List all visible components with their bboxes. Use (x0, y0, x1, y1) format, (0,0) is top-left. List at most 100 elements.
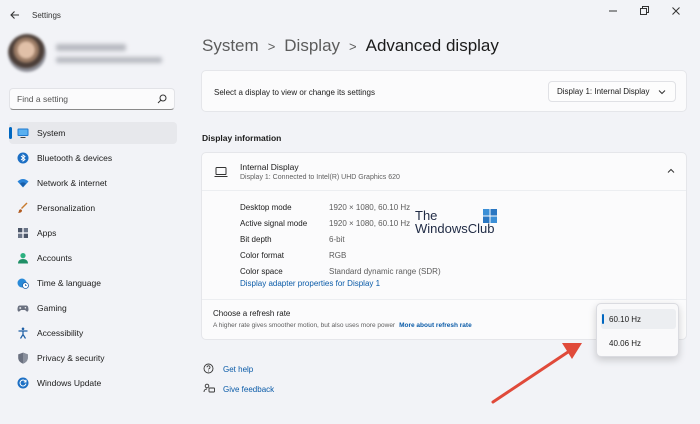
property-row: Desktop mode 1920 × 1080, 60.10 Hz (240, 199, 441, 215)
refresh-option-60hz[interactable]: 60.10 Hz (601, 309, 676, 329)
gamepad-icon (17, 305, 29, 312)
property-label: Bit depth (240, 234, 272, 244)
property-value: Standard dynamic range (SDR) (329, 266, 441, 276)
refresh-rate-description-text: A higher rate gives smoother motion, but… (213, 322, 396, 329)
sidebar-item-label: Windows Update (37, 378, 102, 388)
adapter-properties-link[interactable]: Display adapter properties for Display 1 (240, 279, 380, 288)
section-title: Display information (202, 133, 282, 143)
windows-logo-icon (483, 209, 497, 223)
close-button[interactable] (669, 4, 683, 18)
help-icon (203, 363, 214, 374)
sidebar-item-system[interactable]: System (9, 122, 177, 144)
display-info-header[interactable]: Internal Display Display 1: Connected to… (202, 153, 686, 191)
property-value: RGB (329, 250, 347, 260)
breadcrumb: System > Display > Advanced display (202, 36, 499, 56)
watermark: The WindowsClub (415, 209, 497, 236)
sidebar-item-gaming[interactable]: Gaming (9, 297, 177, 319)
maximize-button[interactable] (637, 4, 651, 18)
sidebar-item-label: Apps (37, 228, 57, 238)
sidebar-item-label: Accessibility (37, 328, 84, 338)
avatar[interactable] (8, 34, 46, 72)
property-label: Color space (240, 266, 283, 276)
sidebar-item-personalization[interactable]: Personalization (9, 197, 177, 219)
property-label: Desktop mode (240, 202, 292, 212)
app-title: Settings (32, 11, 61, 20)
refresh-rate-popup: 60.10 Hz 40.06 Hz (596, 303, 679, 357)
user-email-redacted (56, 57, 162, 63)
refresh-rate-link[interactable]: More about refresh rate (399, 322, 472, 329)
back-arrow-icon (10, 11, 19, 19)
accessibility-icon (18, 327, 28, 339)
chevron-down-icon (658, 90, 666, 95)
globe-clock-icon (17, 278, 29, 289)
property-value: 1920 × 1080, 60.10 Hz (329, 218, 411, 228)
give-feedback-label: Give feedback (223, 384, 275, 394)
sidebar-item-label: Network & internet (37, 178, 107, 188)
give-feedback-link[interactable]: Give feedback (203, 380, 274, 398)
refresh-rate-description: A higher rate gives smoother motion, but… (213, 322, 472, 329)
select-display-card: Select a display to view or change its s… (201, 70, 687, 112)
search-box[interactable] (9, 88, 175, 110)
update-icon (17, 377, 29, 389)
help-links: Get help Give feedback (203, 360, 274, 400)
monitor-icon (17, 128, 29, 138)
sidebar-item-label: Time & language (37, 278, 101, 288)
breadcrumb-system[interactable]: System (202, 36, 259, 56)
back-button[interactable] (8, 8, 22, 22)
sidebar-item-time-language[interactable]: Time & language (9, 272, 177, 294)
select-display-label: Select a display to view or change its s… (214, 88, 375, 97)
sidebar-item-bluetooth[interactable]: Bluetooth & devices (9, 147, 177, 169)
bluetooth-icon (17, 152, 29, 164)
sidebar-item-accessibility[interactable]: Accessibility (9, 322, 177, 344)
minimize-icon (609, 10, 617, 12)
property-row: Color format RGB (240, 247, 441, 263)
watermark-line2: WindowsClub (415, 221, 495, 236)
shield-icon (18, 352, 28, 364)
brush-icon (18, 202, 28, 213)
sidebar-item-privacy-security[interactable]: Privacy & security (9, 347, 177, 369)
display-subtitle: Display 1: Connected to Intel(R) UHD Gra… (240, 174, 400, 181)
wifi-icon (17, 179, 29, 188)
breadcrumb-display[interactable]: Display (284, 36, 340, 56)
get-help-link[interactable]: Get help (203, 360, 274, 378)
property-label: Active signal mode (240, 218, 308, 228)
refresh-rate-title: Choose a refresh rate (213, 309, 291, 318)
sidebar-item-accounts[interactable]: Accounts (9, 247, 177, 269)
breadcrumb-separator-icon: > (349, 38, 357, 54)
title-bar: Settings (0, 0, 700, 30)
close-icon (672, 7, 680, 15)
sidebar-item-label: Gaming (37, 303, 67, 313)
sidebar-item-label: System (37, 128, 66, 138)
sidebar-item-network[interactable]: Network & internet (9, 172, 177, 194)
refresh-option-40hz[interactable]: 40.06 Hz (601, 333, 676, 353)
display-dropdown[interactable]: Display 1: Internal Display (548, 81, 676, 102)
display-properties: Desktop mode 1920 × 1080, 60.10 Hz Activ… (240, 199, 441, 279)
page-title: Advanced display (365, 36, 499, 55)
property-label: Color format (240, 250, 285, 260)
chevron-up-icon[interactable] (666, 167, 676, 175)
sidebar-item-label: Accounts (37, 253, 72, 263)
sidebar-item-apps[interactable]: Apps (9, 222, 177, 244)
get-help-label: Get help (223, 364, 254, 374)
sidebar-item-windows-update[interactable]: Windows Update (9, 372, 177, 394)
sidebar-nav: System Bluetooth & devices Network & int… (9, 122, 177, 397)
user-name-redacted (56, 44, 126, 51)
feedback-icon (203, 383, 215, 393)
sidebar-item-label: Privacy & security (37, 353, 105, 363)
property-value: 6-bit (329, 234, 345, 244)
restore-icon (640, 6, 649, 15)
property-row: Color space Standard dynamic range (SDR) (240, 263, 441, 279)
search-icon[interactable] (157, 94, 167, 104)
sidebar-item-label: Personalization (37, 203, 96, 213)
minimize-button[interactable] (606, 4, 620, 18)
search-input[interactable] (17, 92, 157, 106)
laptop-icon (214, 167, 228, 177)
person-icon (18, 253, 28, 264)
display-name: Internal Display (240, 162, 299, 172)
apps-icon (18, 228, 28, 238)
sidebar: System Bluetooth & devices Network & int… (0, 30, 190, 424)
display-dropdown-value: Display 1: Internal Display (557, 87, 650, 96)
breadcrumb-separator-icon: > (267, 38, 276, 54)
sidebar-item-label: Bluetooth & devices (37, 153, 113, 163)
property-value: 1920 × 1080, 60.10 Hz (329, 202, 411, 212)
